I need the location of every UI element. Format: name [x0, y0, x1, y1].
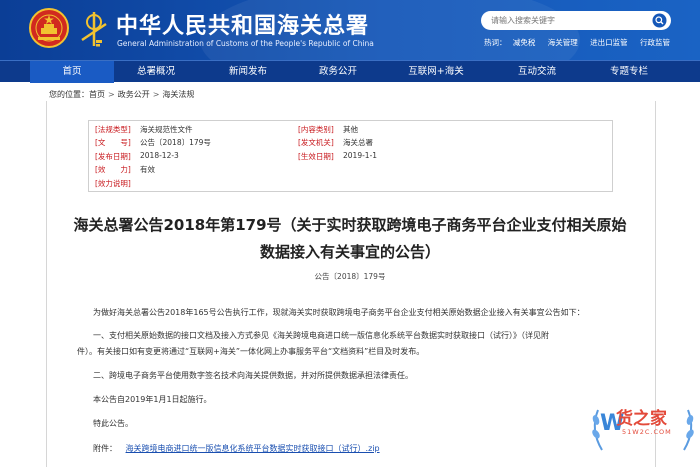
site-header: 中华人民共和国海关总署 General Administration of Cu…: [0, 0, 700, 60]
breadcrumb: 您的位置：首页 > 政务公开 > 海关法规: [49, 89, 194, 100]
breadcrumb-item[interactable]: 首页: [89, 90, 105, 99]
nav-overview[interactable]: 总署概况: [114, 61, 198, 83]
meta-value-doc-no: 公告〔2018〕179号: [140, 138, 211, 147]
watermark-url: 51W2C.COM: [622, 428, 672, 436]
meta-value-publish-date: 2018-12-3: [140, 151, 179, 160]
hot-word-link[interactable]: 进出口监管: [590, 38, 628, 47]
paragraph-item-1: 一、支付相关原始数据的接口文档及接入方式参见《海关跨境电商进口统一版信息化系统平…: [93, 331, 549, 340]
search-box: [481, 11, 671, 30]
site-title: 中华人民共和国海关总署: [116, 13, 370, 39]
meta-value-content-type: 其他: [343, 125, 358, 134]
main-nav: 首页 总署概况 新闻发布 政务公开 互联网+海关 互动交流 专题专栏: [0, 60, 700, 83]
meta-label-publish-date: [发布日期]: [95, 152, 131, 161]
paragraph-item-1-cont: 件）。有关接口如有变更将通过“互联网+海关”一体化网上办事服务平台“文档资料”栏…: [77, 347, 425, 356]
hot-label: 热词：: [484, 38, 507, 47]
search-input[interactable]: [491, 11, 641, 30]
hot-word-link[interactable]: 海关管理: [548, 38, 578, 47]
hot-word-link[interactable]: 行政监管: [640, 38, 670, 47]
meta-label-content-type: [内容类别]: [298, 125, 334, 134]
breadcrumb-item[interactable]: 海关法规: [162, 90, 194, 99]
nav-internet-customs[interactable]: 互联网+海关: [386, 61, 486, 83]
meta-label-doc-no: [文 号]: [95, 138, 131, 147]
site-subtitle: General Administration of Customs of the…: [117, 39, 374, 48]
paragraph-effective: 本公告自2019年1月1日起施行。: [93, 395, 212, 404]
attachment-link[interactable]: 海关跨境电商进口统一版信息化系统平台数据实时获取接口（试行）.zip: [126, 444, 380, 453]
hot-words: 热词： 减免税 海关管理 进出口监管 行政监管: [484, 37, 680, 48]
search-icon[interactable]: [652, 13, 667, 28]
document-title-line: 数据接入有关事宜的公告）: [259, 243, 440, 261]
attachment-label: 附件：: [93, 444, 117, 453]
customs-logo-icon[interactable]: [78, 10, 110, 48]
nav-special-topics[interactable]: 专题专栏: [587, 61, 671, 83]
meta-label-issuer: [发文机关]: [298, 138, 334, 147]
attachment-row: 附件： 海关跨境电商进口统一版信息化系统平台数据实时获取接口（试行）.zip: [93, 441, 380, 457]
document-number: 公告〔2018〕179号: [314, 272, 386, 281]
nav-news[interactable]: 新闻发布: [206, 61, 290, 83]
breadcrumb-item[interactable]: 政务公开: [118, 90, 150, 99]
paragraph-closing: 特此公告。: [93, 419, 133, 428]
meta-value-law-type: 海关规范性文件: [140, 125, 193, 134]
nav-government-affairs[interactable]: 政务公开: [296, 61, 380, 83]
meta-label-law-type: [法规类型]: [95, 125, 131, 134]
national-emblem-icon[interactable]: [28, 7, 70, 49]
document-title-line: 海关总署公告2018年第179号（关于实时获取跨境电子商务平台企业支付相关原始: [73, 216, 627, 234]
meta-value-validity: 有效: [140, 165, 155, 174]
meta-label-validity: [效 力]: [95, 165, 131, 174]
meta-label-validity-note: [效力说明]: [95, 179, 131, 188]
hot-word-link[interactable]: 减免税: [513, 38, 536, 47]
breadcrumb-prefix: 您的位置：: [49, 90, 89, 99]
nav-interaction[interactable]: 互动交流: [495, 61, 579, 83]
meta-value-effective-date: 2019-1-1: [343, 151, 378, 160]
breadcrumb-separator: >: [152, 90, 160, 99]
meta-label-effective-date: [生效日期]: [298, 152, 334, 161]
document-title: 海关总署公告2018年第179号（关于实时获取跨境电子商务平台企业支付相关原始 …: [70, 212, 630, 266]
paragraph-item-2: 二、跨境电子商务平台使用数字签名技术向海关提供数据，并对所提供数据承担法律责任。: [93, 371, 413, 380]
meta-value-issuer: 海关总署: [343, 138, 373, 147]
breadcrumb-separator: >: [108, 90, 115, 99]
nav-home[interactable]: 首页: [30, 61, 114, 83]
paragraph-intro: 为做好海关总署公告2018年165号公告执行工作，现就海关实时获取跨境电子商务平…: [93, 308, 585, 317]
watermark-brand: 货之家: [616, 409, 667, 429]
